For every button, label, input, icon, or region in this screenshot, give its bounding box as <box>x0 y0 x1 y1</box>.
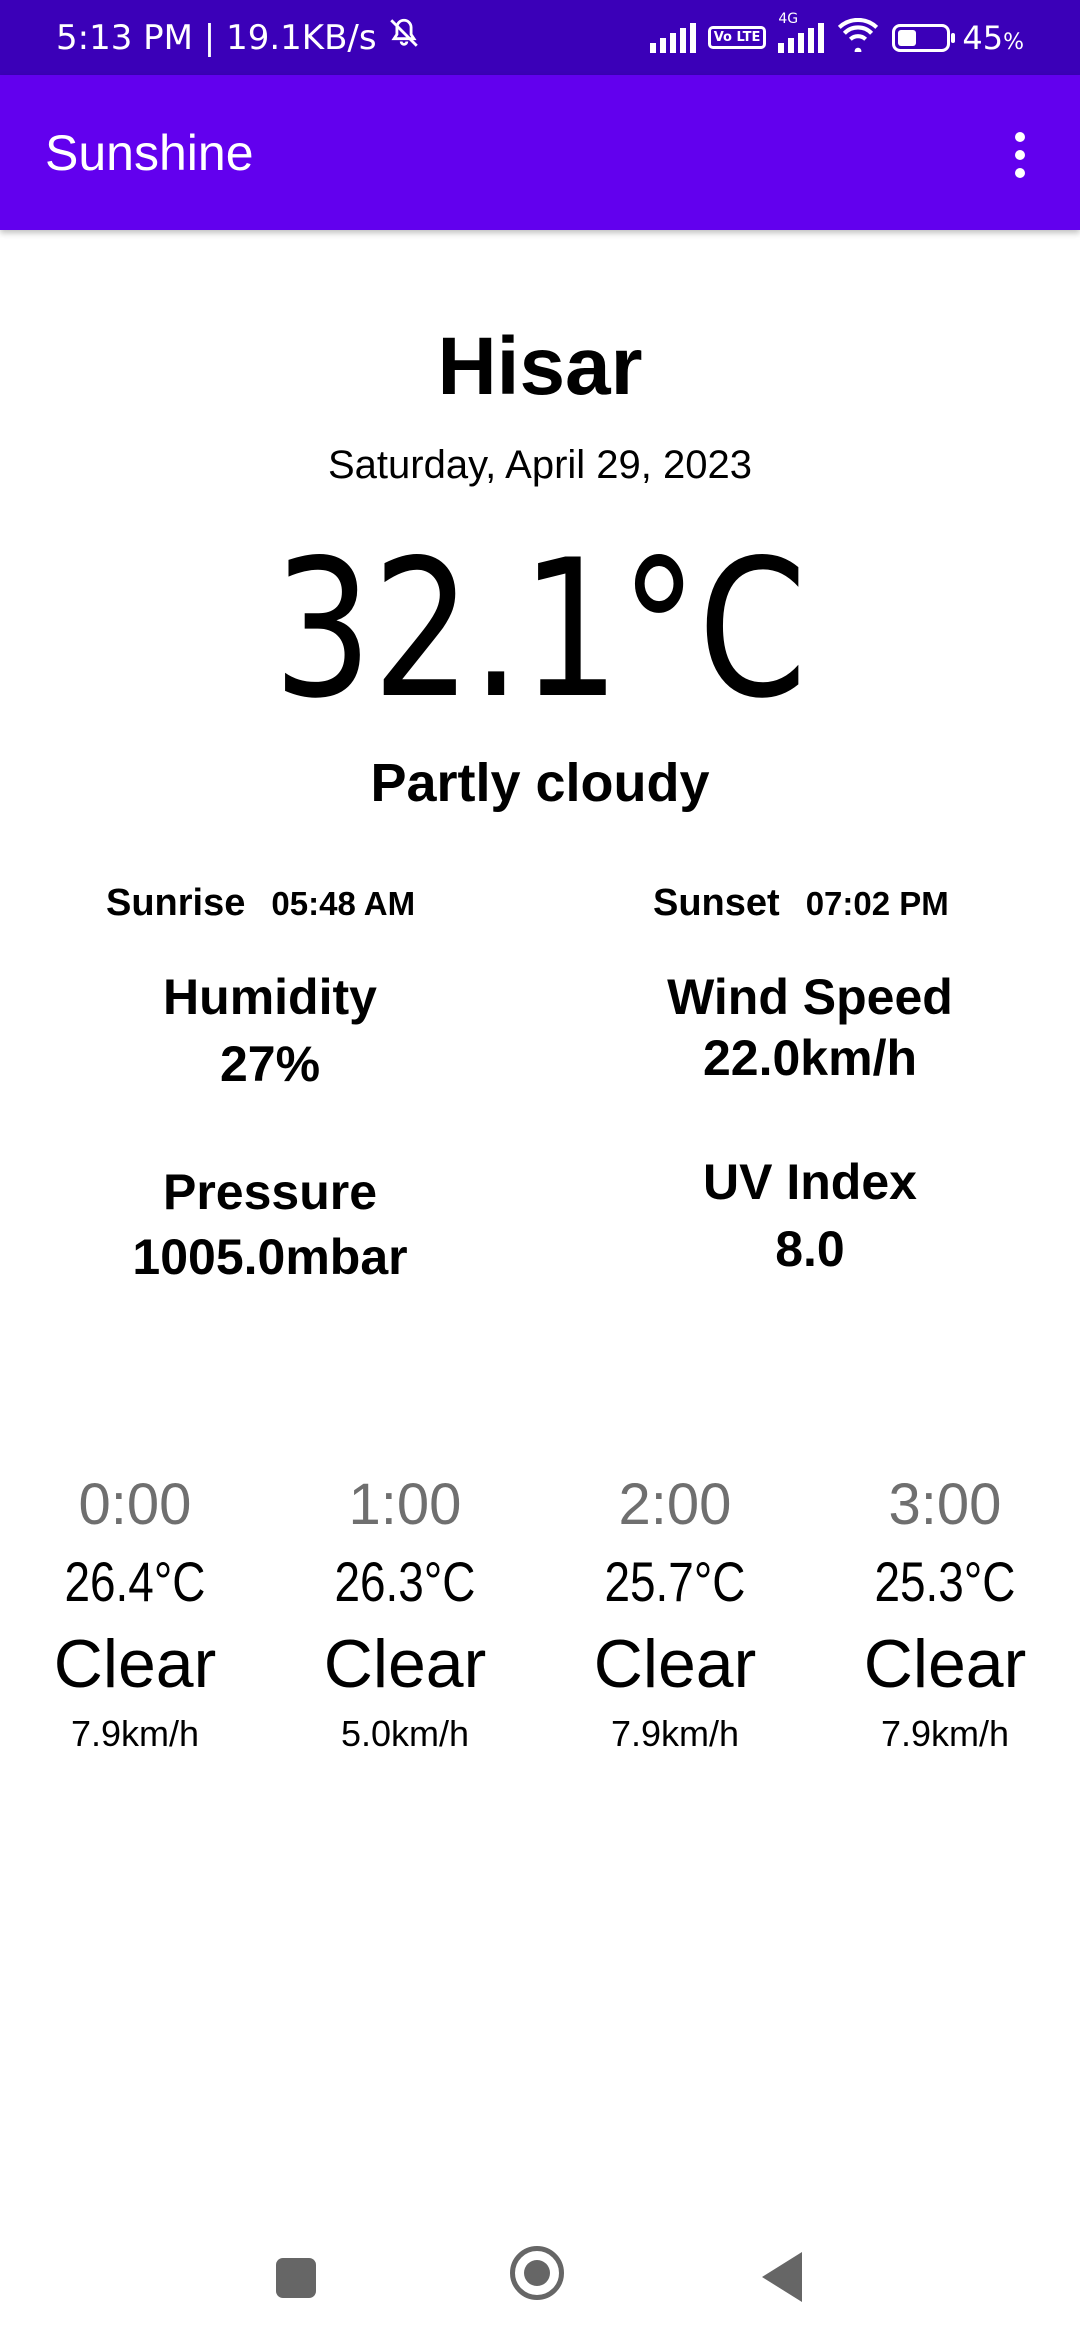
hour-time: 3:00 <box>888 1472 1002 1537</box>
app-bar: Sunshine <box>0 75 1080 230</box>
city-name: Hisar <box>437 321 643 412</box>
hour-wind: 7.9km/h <box>880 1713 1010 1754</box>
recents-icon[interactable] <box>276 2258 316 2298</box>
status-bar: 5:13 PM | 19.1KB/s Vo LTE 4G 45% <box>0 0 1080 75</box>
hourly-item: 3:00 25.3°C Clear 7.9km/h <box>810 1470 1080 1764</box>
sunrise-time: 05:48 AM <box>271 885 416 922</box>
hour-temperature: 25.3°C <box>874 1550 1016 1613</box>
hourly-forecast: 0:00 26.4°C Clear 7.9km/h 1:00 26.3°C Cl… <box>0 1470 1080 1764</box>
pressure-block: Pressure 1005.0mbar <box>0 1160 540 1290</box>
home-icon[interactable] <box>510 2246 564 2300</box>
hour-wind: 7.9km/h <box>610 1713 740 1754</box>
battery-percent: 45% <box>962 18 1024 57</box>
hour-time: 2:00 <box>618 1472 732 1537</box>
signal-icon-2 <box>778 22 825 53</box>
hour-condition: Clear <box>593 1626 757 1702</box>
signal-icon <box>649 22 696 53</box>
uv-value: 8.0 <box>775 1221 845 1277</box>
hour-time: 0:00 <box>78 1472 192 1537</box>
sunrise: Sunrise 05:48 AM <box>106 882 415 925</box>
humidity-label: Humidity <box>163 969 377 1025</box>
network-4g: 4G <box>778 11 825 53</box>
status-left: 5:13 PM | 19.1KB/s <box>56 0 421 75</box>
status-time-speed: 5:13 PM | 19.1KB/s <box>56 17 377 58</box>
battery-fill <box>898 29 916 46</box>
volte-icon: Vo LTE <box>707 26 767 49</box>
app-title: Sunshine <box>45 124 254 181</box>
uv-block: UV Index 8.0 <box>540 1150 1080 1284</box>
hour-wind: 7.9km/h <box>70 1713 200 1754</box>
sunset-time: 07:02 PM <box>805 885 949 922</box>
current-date: Saturday, April 29, 2023 <box>328 443 752 487</box>
uv-label: UV Index <box>703 1154 917 1210</box>
navigation-bar <box>0 2220 1080 2340</box>
hour-temperature: 25.7°C <box>604 1550 746 1613</box>
status-right: Vo LTE 4G 45% <box>649 0 1024 75</box>
sunset-label: Sunset <box>653 882 780 924</box>
wifi-icon <box>836 17 880 57</box>
network-label: 4G <box>778 10 799 27</box>
hour-temperature: 26.3°C <box>334 1550 476 1613</box>
pressure-label: Pressure <box>162 1164 378 1220</box>
hourly-item: 2:00 25.7°C Clear 7.9km/h <box>540 1470 810 1764</box>
sunset: Sunset 07:02 PM <box>653 882 949 925</box>
humidity-block: Humidity 27% <box>0 965 540 1099</box>
hourly-item: 0:00 26.4°C Clear 7.9km/h <box>0 1470 270 1764</box>
battery-icon <box>892 23 956 52</box>
wind-label: Wind Speed <box>667 969 953 1025</box>
back-icon[interactable] <box>762 2252 802 2302</box>
hourly-item: 1:00 26.3°C Clear 5.0km/h <box>270 1470 540 1764</box>
current-condition: Partly cloudy <box>370 753 710 813</box>
hour-temperature: 26.4°C <box>64 1550 206 1613</box>
hour-condition: Clear <box>323 1626 487 1702</box>
wind-value: 22.0km/h <box>702 1030 917 1086</box>
sunrise-label: Sunrise <box>106 882 246 924</box>
pressure-value: 1005.0mbar <box>132 1229 408 1285</box>
wind-block: Wind Speed 22.0km/h <box>540 965 1080 1087</box>
bell-off-icon <box>387 16 421 59</box>
hour-condition: Clear <box>863 1626 1027 1702</box>
current-temperature: 32.1°C <box>273 519 807 740</box>
hour-time: 1:00 <box>348 1472 462 1537</box>
hour-wind: 5.0km/h <box>340 1713 470 1754</box>
overflow-menu-icon[interactable] <box>990 125 1050 185</box>
humidity-value: 27% <box>219 1036 321 1092</box>
hour-condition: Clear <box>53 1626 217 1702</box>
